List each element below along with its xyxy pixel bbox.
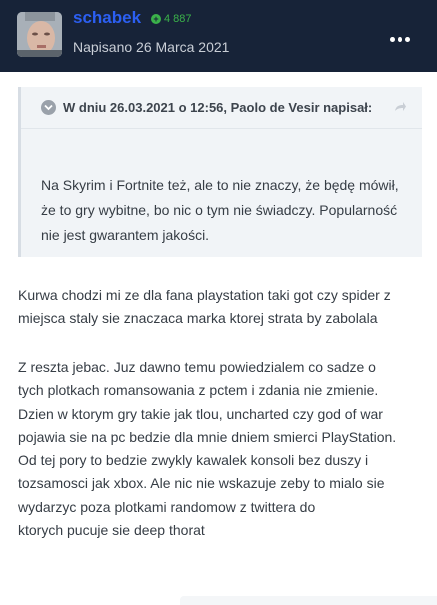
post-header: schabek + 4 887 Napisano 26 Marca 2021 bbox=[0, 0, 437, 72]
post-line: tozsamosci jak xbox. Ale nic nie wskazuj… bbox=[18, 475, 385, 492]
quote-block: W dniu 26.03.2021 o 12:56, Paolo de Vesi… bbox=[18, 87, 422, 257]
post-line: pojawia sie na pc bedzie dla mnie dniem … bbox=[18, 428, 397, 445]
post-line: wydarzyc poza plotkami randomow z twitte… bbox=[18, 498, 316, 515]
author-username[interactable]: schabek bbox=[73, 8, 141, 28]
post-date: Napisano 26 Marca 2021 bbox=[73, 39, 230, 55]
share-arrow-icon[interactable] bbox=[393, 100, 407, 114]
post-line: ktorych pucuje sie deep thorat bbox=[18, 522, 205, 539]
post-footer-bar bbox=[180, 596, 437, 605]
quote-text: Na Skyrim i Fortnite też, ale to nie zna… bbox=[41, 177, 399, 243]
reputation-badge: + 4 887 bbox=[151, 13, 192, 25]
quote-header[interactable]: W dniu 26.03.2021 o 12:56, Paolo de Vesi… bbox=[21, 87, 422, 129]
reputation-count: 4 887 bbox=[164, 13, 192, 25]
chevron-down-icon[interactable] bbox=[41, 100, 56, 115]
post-line: Od tej pory to bedzie zwykly kawalek kon… bbox=[18, 452, 369, 469]
post-line: Dzien w ktorym gry takie jak tlou, uncha… bbox=[18, 405, 383, 422]
post-paragraph-1: Kurwa chodzi mi ze dla fana playstation … bbox=[18, 287, 391, 327]
post-paragraph-2: Z reszta jebac. Juz dawno temu powiedzia… bbox=[18, 356, 422, 542]
post-line: tych plotkach romansowania z pctem i zda… bbox=[18, 382, 379, 399]
plus-circle-icon: + bbox=[151, 14, 161, 24]
post-line: Z reszta jebac. Juz dawno temu powiedzia… bbox=[18, 359, 376, 375]
avatar[interactable] bbox=[17, 12, 62, 57]
quote-attribution: W dniu 26.03.2021 o 12:56, Paolo de Vesi… bbox=[63, 100, 373, 115]
more-options-icon[interactable] bbox=[390, 34, 411, 44]
